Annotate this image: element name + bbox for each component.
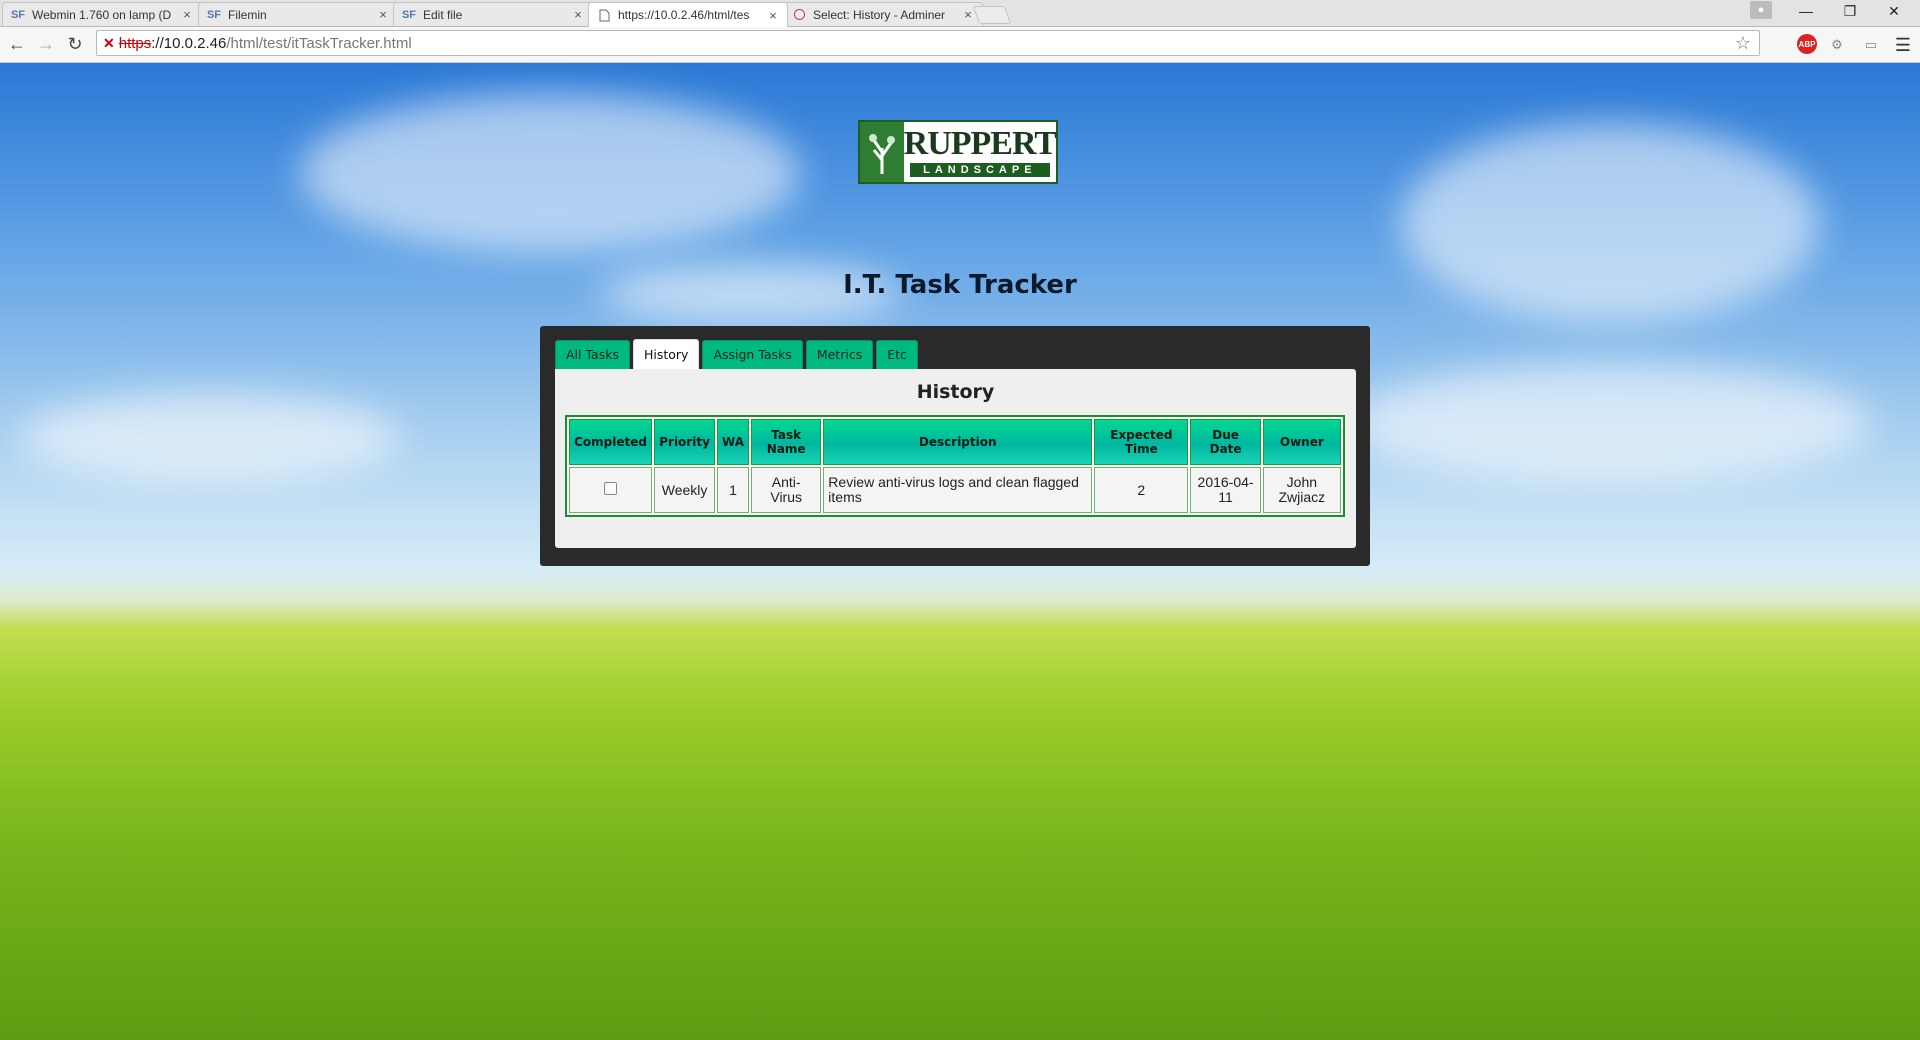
- company-logo: RUPPERT LANDSCAPE: [858, 120, 1058, 184]
- close-icon[interactable]: ×: [572, 7, 584, 22]
- new-tab-button[interactable]: [972, 6, 1012, 24]
- column-header-priority: Priority: [654, 419, 715, 465]
- history-table: Completed Priority WA Task Name Descript…: [565, 415, 1345, 517]
- sourceforge-icon: SF: [10, 8, 26, 21]
- browser-tab-title: Edit file: [423, 7, 463, 22]
- page-title: I.T. Task Tracker: [843, 270, 1077, 300]
- priority-cell: Weekly: [654, 467, 715, 513]
- bookmark-star-icon[interactable]: ☆: [1735, 33, 1751, 54]
- logo-name: RUPPERT: [903, 125, 1057, 162]
- cast-icon[interactable]: ▭: [1860, 34, 1882, 56]
- extension-icon[interactable]: ⚙: [1826, 34, 1848, 56]
- adminer-icon: [792, 8, 806, 22]
- browser-tab-title: https://10.0.2.46/html/tes: [618, 8, 750, 22]
- browser-tab-adminer[interactable]: Select: History - Adminer ×: [783, 2, 983, 26]
- url-path: /html/test/itTaskTracker.html: [226, 34, 412, 52]
- minimize-icon[interactable]: —: [1786, 0, 1826, 22]
- browser-toolbar: ← → ↻ ✕ https ://10.0.2.46 /html/test/it…: [0, 27, 1920, 63]
- browser-tab-title: Filemin: [228, 7, 267, 22]
- task-name-cell: Anti-Virus: [751, 467, 822, 513]
- tab-metrics[interactable]: Metrics: [805, 340, 874, 369]
- url-scheme: https: [118, 34, 152, 52]
- address-bar[interactable]: ✕ https ://10.0.2.46 /html/test/itTaskTr…: [96, 30, 1760, 56]
- back-icon[interactable]: ←: [4, 32, 30, 56]
- browser-tab-title: Select: History - Adminer: [813, 7, 946, 22]
- browser-tab-webmin[interactable]: SF Webmin 1.760 on lamp (D ×: [2, 2, 202, 26]
- description-cell: Review anti-virus logs and clean flagged…: [823, 467, 1093, 513]
- column-header-description: Description: [823, 419, 1093, 465]
- browser-tab-title: Webmin 1.760 on lamp (D: [32, 7, 172, 22]
- background-cloud: [300, 93, 800, 253]
- column-header-completed: Completed: [569, 419, 653, 465]
- tab-assign-tasks[interactable]: Assign Tasks: [702, 340, 803, 369]
- expected-time-cell: 2: [1094, 467, 1189, 513]
- browser-tab-filemin[interactable]: SF Filemin ×: [198, 2, 398, 26]
- section-title: History: [916, 381, 995, 403]
- reload-icon[interactable]: ↻: [62, 32, 88, 56]
- tracker-tabs: All Tasks History Assign Tasks Metrics E…: [555, 339, 1356, 369]
- column-header-task-name: Task Name: [751, 419, 822, 465]
- background-cloud: [1350, 363, 1870, 483]
- restore-icon[interactable]: ❐: [1830, 0, 1870, 22]
- close-icon[interactable]: ×: [377, 7, 389, 22]
- close-icon[interactable]: ×: [181, 7, 193, 22]
- browser-tab-edit-file[interactable]: SF Edit file ×: [393, 2, 593, 26]
- browser-tabstrip: SF Webmin 1.760 on lamp (D × SF Filemin …: [0, 0, 1920, 27]
- not-secure-icon: ✕: [103, 34, 115, 51]
- profile-icon[interactable]: ●: [1750, 1, 1772, 19]
- column-header-owner: Owner: [1262, 419, 1341, 465]
- sourceforge-icon: SF: [206, 8, 222, 21]
- background-cloud: [20, 393, 400, 483]
- close-icon[interactable]: ×: [767, 8, 779, 23]
- wa-cell: 1: [717, 467, 750, 513]
- column-header-wa: WA: [717, 419, 750, 465]
- browser-tab-task-tracker[interactable]: https://10.0.2.46/html/tes ×: [588, 2, 788, 27]
- tree-icon: [860, 122, 904, 182]
- menu-icon[interactable]: ☰: [1892, 34, 1914, 56]
- owner-cell: John Zwjiacz: [1262, 467, 1341, 513]
- completed-checkbox[interactable]: [604, 482, 618, 495]
- close-icon[interactable]: ×: [962, 7, 974, 22]
- page-viewport: RUPPERT LANDSCAPE I.T. Task Tracker All …: [0, 63, 1920, 1040]
- table-header-row: Completed Priority WA Task Name Descript…: [569, 419, 1341, 465]
- tab-history[interactable]: History: [632, 339, 700, 369]
- url-host: ://10.0.2.46: [151, 34, 227, 52]
- adblock-plus-icon[interactable]: ABP: [1797, 34, 1817, 54]
- column-header-expected-time: Expected Time: [1094, 419, 1189, 465]
- table-row: Weekly 1 Anti-Virus Review anti-virus lo…: [569, 467, 1341, 513]
- window-close-icon[interactable]: ✕: [1874, 0, 1914, 22]
- completed-cell: [569, 467, 653, 513]
- task-tracker-panel: All Tasks History Assign Tasks Metrics E…: [540, 326, 1370, 566]
- sourceforge-icon: SF: [401, 8, 417, 21]
- history-tab-panel: History Completed Priority WA Task Name …: [555, 369, 1356, 548]
- logo-subtitle: LANDSCAPE: [909, 163, 1050, 177]
- tab-etc[interactable]: Etc: [876, 340, 918, 369]
- tab-all-tasks[interactable]: All Tasks: [555, 340, 630, 369]
- due-date-cell: 2016-04-11: [1190, 467, 1261, 513]
- column-header-due-date: Due Date: [1190, 419, 1261, 465]
- page-icon: [597, 8, 611, 22]
- forward-icon[interactable]: →: [33, 32, 59, 56]
